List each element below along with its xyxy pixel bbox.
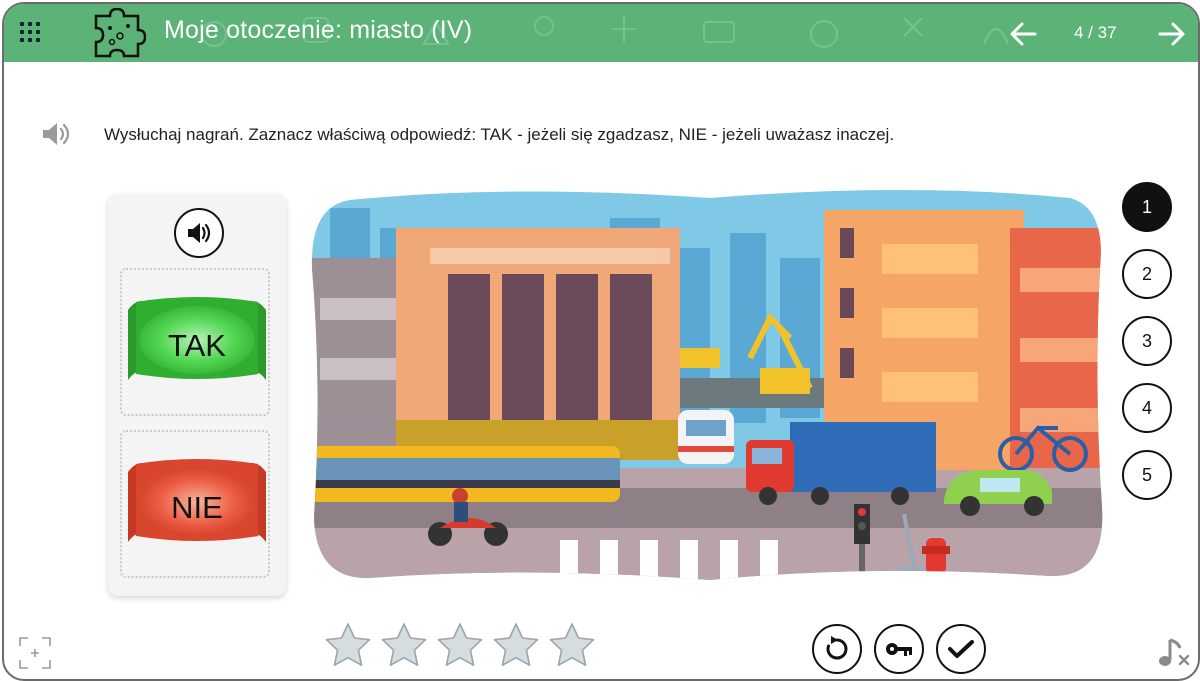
no-label: NIE <box>171 490 223 525</box>
question-button-4[interactable]: 4 <box>1122 383 1172 433</box>
answer-slot-yes: TAK <box>120 268 270 416</box>
restart-icon <box>826 636 848 660</box>
grid-menu-icon[interactable] <box>20 22 42 44</box>
arrow-right-icon[interactable] <box>1158 20 1186 48</box>
instruction-text: Wysłuchaj nagrań. Zaznacz właściwą odpow… <box>104 125 895 144</box>
question-button-1[interactable]: 1 <box>1122 182 1172 232</box>
fullscreen-icon[interactable] <box>18 636 52 670</box>
answer-panel: TAK NIE <box>108 194 286 596</box>
no-button[interactable]: NIE <box>128 452 266 557</box>
check-icon <box>948 640 974 658</box>
question-button-2[interactable]: 2 <box>1122 249 1172 299</box>
star-icon <box>437 623 483 666</box>
puzzle-icon <box>94 8 146 58</box>
answer-slot-no: NIE <box>120 430 270 578</box>
speaker-icon[interactable] <box>40 120 70 148</box>
music-off-icon[interactable] <box>1156 636 1192 670</box>
check-button[interactable] <box>936 624 986 674</box>
speaker-icon <box>188 223 211 243</box>
city-scene-illustration <box>311 190 1103 580</box>
key-icon <box>886 643 912 656</box>
star-icon <box>381 623 427 666</box>
page-counter: 4 / 37 <box>1074 23 1117 42</box>
app-window: Moje otoczenie: miasto (IV) 4 / 37 Wysłu… <box>2 2 1200 681</box>
header-bar: Moje otoczenie: miasto (IV) 4 / 37 <box>4 4 1198 62</box>
question-button-5[interactable]: 5 <box>1122 450 1172 500</box>
question-button-3[interactable]: 3 <box>1122 316 1172 366</box>
star-icon <box>549 623 595 666</box>
restart-button[interactable] <box>812 624 862 674</box>
show-answers-button[interactable] <box>874 624 924 674</box>
yes-label: TAK <box>168 328 226 363</box>
star-icon <box>325 623 371 666</box>
yes-button[interactable]: TAK <box>128 290 266 395</box>
star-icon <box>493 623 539 666</box>
play-audio-button[interactable] <box>174 208 224 258</box>
star-rating <box>325 623 595 666</box>
page-title: Moje otoczenie: miasto (IV) <box>164 16 473 44</box>
arrow-left-icon[interactable] <box>1009 20 1037 48</box>
